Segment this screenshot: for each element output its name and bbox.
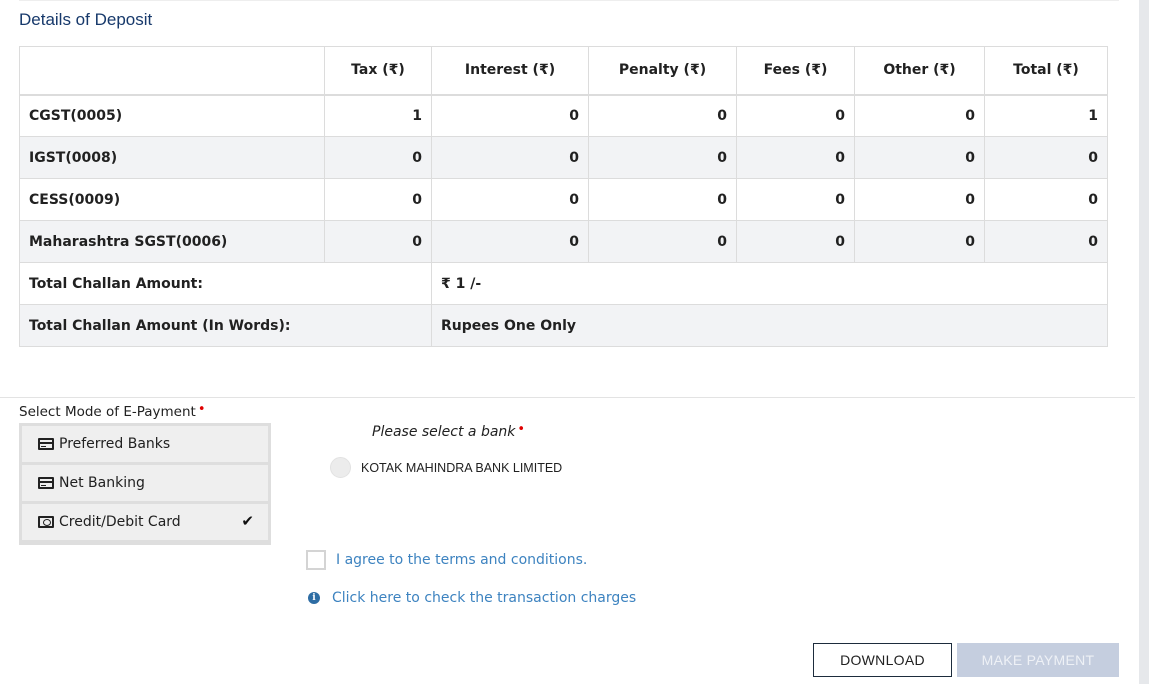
other-cell: 0 (854, 94, 985, 137)
table-row: Maharashtra SGST(0006) 0 0 0 0 0 0 (19, 220, 1108, 263)
penalty-cell: 0 (588, 220, 737, 263)
deposit-table: Tax (₹) Interest (₹) Penalty (₹) Fees (₹… (19, 46, 1108, 347)
bank-radio[interactable] (330, 457, 351, 478)
column-header-blank (19, 46, 325, 96)
payment-mode-label: Net Banking (59, 475, 145, 491)
other-cell: 0 (854, 178, 985, 221)
checkmark-icon: ✔ (241, 512, 254, 530)
make-payment-button[interactable]: MAKE PAYMENT (957, 643, 1119, 677)
payment-mode-label: Credit/Debit Card (59, 514, 181, 530)
total-cell: 0 (984, 220, 1108, 263)
money-icon (38, 516, 54, 528)
interest-cell: 0 (431, 220, 589, 263)
interest-cell: 0 (431, 136, 589, 179)
row-label: IGST(0008) (19, 136, 325, 179)
table-row: CESS(0009) 0 0 0 0 0 0 (19, 178, 1108, 221)
table-header-row: Tax (₹) Interest (₹) Penalty (₹) Fees (₹… (19, 46, 1108, 96)
total-words-row: Total Challan Amount (In Words): Rupees … (19, 304, 1108, 347)
column-header-other: Other (₹) (854, 46, 985, 96)
payment-mode-credit-debit-card[interactable]: Credit/Debit Card ✔ (22, 504, 268, 540)
payment-mode-label: Select Mode of E-Payment • (19, 402, 206, 420)
other-cell: 0 (854, 136, 985, 179)
column-header-interest: Interest (₹) (431, 46, 589, 96)
tax-cell: 0 (324, 178, 432, 221)
column-header-penalty: Penalty (₹) (588, 46, 737, 96)
terms-checkbox[interactable] (306, 550, 326, 570)
interest-cell: 0 (431, 178, 589, 221)
info-icon: i (308, 592, 320, 604)
fees-cell: 0 (736, 94, 855, 137)
total-words-label: Total Challan Amount (In Words): (19, 304, 432, 347)
total-cell: 0 (984, 178, 1108, 221)
credit-card-icon (38, 477, 54, 489)
penalty-cell: 0 (588, 136, 737, 179)
required-indicator: • (517, 422, 526, 437)
total-amount-value: ₹ 1 /- (431, 262, 1108, 305)
section-divider (0, 397, 1135, 398)
penalty-cell: 0 (588, 178, 737, 221)
payment-mode-preferred-banks[interactable]: Preferred Banks (22, 426, 268, 462)
section-title: Details of Deposit (19, 10, 153, 29)
total-amount-row: Total Challan Amount: ₹ 1 /- (19, 262, 1108, 305)
top-divider (19, 0, 1119, 1)
payment-mode-label: Preferred Banks (59, 436, 171, 452)
column-header-total: Total (₹) (984, 46, 1108, 96)
row-label: CESS(0009) (19, 178, 325, 221)
fees-cell: 0 (736, 178, 855, 221)
bank-prompt: Please select a bank • (372, 422, 526, 440)
credit-card-icon (38, 438, 54, 450)
scrollbar[interactable] (1139, 0, 1149, 684)
payment-mode-label-text: Select Mode of E-Payment (19, 404, 196, 420)
payment-mode-list: Preferred Banks Net Banking Credit/Debit… (19, 423, 271, 545)
fees-cell: 0 (736, 136, 855, 179)
table-row: CGST(0005) 1 0 0 0 0 1 (19, 94, 1108, 137)
interest-cell: 0 (431, 94, 589, 137)
bank-option-kotak[interactable]: KOTAK MAHINDRA BANK LIMITED (330, 457, 562, 478)
terms-text[interactable]: I agree to the terms and conditions. (336, 552, 587, 568)
column-header-tax: Tax (₹) (324, 46, 432, 96)
table-row: IGST(0008) 0 0 0 0 0 0 (19, 136, 1108, 179)
total-amount-label: Total Challan Amount: (19, 262, 432, 305)
transaction-charges-text[interactable]: Click here to check the transaction char… (332, 590, 636, 606)
tax-cell: 1 (324, 94, 432, 137)
tax-cell: 0 (324, 220, 432, 263)
row-label: CGST(0005) (19, 94, 325, 137)
required-indicator: • (197, 402, 206, 417)
row-label: Maharashtra SGST(0006) (19, 220, 325, 263)
payment-mode-net-banking[interactable]: Net Banking (22, 465, 268, 501)
terms-agreement[interactable]: I agree to the terms and conditions. (306, 550, 587, 570)
column-header-fees: Fees (₹) (736, 46, 855, 96)
other-cell: 0 (854, 220, 985, 263)
bank-prompt-text: Please select a bank (372, 424, 516, 440)
fees-cell: 0 (736, 220, 855, 263)
total-words-value: Rupees One Only (431, 304, 1108, 347)
download-button[interactable]: DOWNLOAD (813, 643, 952, 677)
total-cell: 0 (984, 136, 1108, 179)
tax-cell: 0 (324, 136, 432, 179)
bank-name: KOTAK MAHINDRA BANK LIMITED (361, 460, 563, 475)
penalty-cell: 0 (588, 94, 737, 137)
total-cell: 1 (984, 94, 1108, 137)
transaction-charges-link[interactable]: i Click here to check the transaction ch… (308, 590, 636, 606)
